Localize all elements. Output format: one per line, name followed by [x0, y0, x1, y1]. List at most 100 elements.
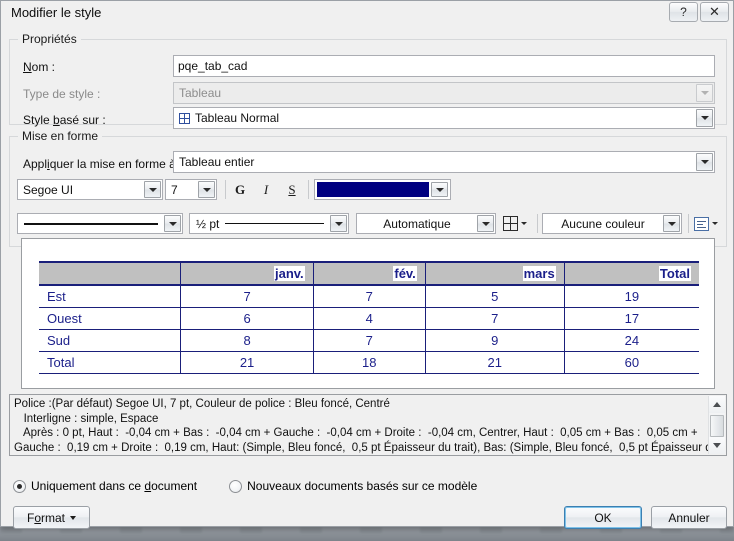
border-style-preview	[18, 222, 164, 225]
table-row: Ouest 6 4 7 17	[39, 307, 699, 330]
style-description-box: Police :(Par défaut) Segoe UI, 7 pt, Cou…	[9, 394, 727, 456]
ok-button[interactable]: OK	[564, 506, 642, 529]
table-cell: 4	[312, 307, 426, 330]
chevron-down-icon[interactable]	[696, 109, 713, 127]
radio-new-documents-template[interactable]: Nouveaux documents basés sur ce modèle	[229, 479, 477, 493]
border-width-value: ½ pt	[196, 216, 220, 231]
chevron-down-icon	[70, 515, 77, 520]
table-cell: 21	[424, 351, 565, 374]
chevron-down-icon[interactable]	[330, 215, 347, 232]
italic-button[interactable]: I	[255, 180, 277, 199]
chevron-down-icon[interactable]	[198, 181, 215, 198]
table-cell: 18	[312, 351, 426, 374]
font-family-value: Segoe UI	[23, 182, 74, 197]
style-type-value: Tableau	[179, 86, 222, 100]
table-cell: 60	[563, 351, 699, 374]
table-row-label: Ouest	[39, 307, 181, 330]
borders-button[interactable]	[503, 215, 527, 232]
scroll-down-icon[interactable]	[709, 437, 725, 454]
table-cell: 7	[312, 284, 426, 308]
modify-style-dialog: Modifier le style ? ✕ Propriétés Nom : p…	[0, 0, 734, 529]
border-style-combo[interactable]	[17, 213, 183, 234]
table-grid-icon	[179, 112, 190, 124]
chevron-down-icon[interactable]	[696, 153, 713, 171]
radio-indicator[interactable]	[13, 479, 26, 493]
desc-line-1: Police :(Par défaut) Segoe UI, 7 pt, Cou…	[14, 398, 390, 410]
border-width-combo[interactable]: ½ pt	[189, 213, 349, 234]
font-size-combo[interactable]: 7	[165, 179, 217, 200]
formatting-group-label: Mise en forme	[18, 129, 103, 143]
radio-indicator[interactable]	[229, 479, 243, 493]
desc-line-2: Interligne : simple, Espace	[14, 412, 159, 425]
scroll-up-icon[interactable]	[709, 396, 725, 413]
based-on-label-text2: asé sur :	[59, 113, 106, 127]
cancel-button[interactable]: Annuler	[651, 506, 727, 529]
toolbar-separator	[308, 180, 309, 199]
borders-grid-icon	[503, 216, 518, 231]
table-cell: 5	[424, 284, 565, 308]
chevron-down-icon[interactable]	[431, 182, 448, 197]
question-mark-icon: ?	[680, 5, 687, 19]
shading-value: Aucune couleur	[561, 216, 645, 231]
style-type-label: Type de style :	[23, 87, 101, 101]
chevron-down-icon[interactable]	[477, 215, 494, 232]
toolbar-separator	[225, 180, 226, 199]
table-row-label: Est	[39, 284, 181, 308]
table-cell: 7	[312, 329, 426, 352]
scrollbar-thumb[interactable]	[710, 415, 724, 437]
based-on-value-wrap: Tableau Normal	[174, 109, 696, 127]
border-color-value: Automatique	[383, 216, 451, 231]
shading-combo[interactable]: Aucune couleur	[542, 213, 682, 234]
table-cell: 8	[180, 329, 314, 352]
table-cell: 21	[180, 351, 314, 374]
underline-button[interactable]: S	[281, 180, 303, 199]
toolbar-separator	[537, 214, 538, 233]
name-label-text: om :	[31, 60, 56, 74]
close-icon: ✕	[709, 4, 720, 19]
font-family-combo[interactable]: Segoe UI	[17, 179, 163, 200]
table-row: Est 7 7 5 19	[39, 284, 699, 308]
font-color-combo[interactable]	[314, 179, 451, 200]
dialog-title: Modifier le style	[11, 5, 102, 20]
based-on-label: Style basé sur :	[23, 113, 106, 127]
apply-to-label: Appliquer la mise en forme à :	[23, 157, 183, 171]
border-width-preview: ½ pt	[190, 217, 330, 231]
table-cell: 7	[180, 284, 314, 308]
description-scrollbar[interactable]	[708, 396, 725, 454]
style-name-input[interactable]: pqe_tab_cad	[173, 55, 715, 77]
based-on-label-text: Style	[23, 113, 54, 127]
chevron-down-icon[interactable]	[663, 215, 680, 232]
font-color-swatch	[317, 182, 429, 197]
toolbar-separator	[688, 214, 689, 233]
desc-line-4: Gauche : 0,19 cm + Droite : 0,19 cm, Hau…	[14, 441, 719, 454]
table-cell: 7	[424, 307, 565, 330]
format-button[interactable]: Format	[13, 506, 90, 529]
apply-to-label-b: quer la mise en forme à :	[49, 157, 183, 171]
close-button[interactable]: ✕	[700, 2, 729, 22]
table-cell: 19	[563, 284, 699, 308]
table-header-cell: fév.	[312, 261, 426, 286]
radio-only-this-document[interactable]: Uniquement dans ce document	[13, 479, 197, 493]
format-button-label: Format	[26, 510, 66, 525]
chevron-down-icon[interactable]	[712, 222, 718, 225]
cell-alignment-button[interactable]	[694, 215, 718, 232]
apply-to-combo[interactable]: Tableau entier	[173, 151, 715, 173]
chevron-down-icon[interactable]	[164, 215, 181, 232]
chevron-down-icon[interactable]	[144, 181, 161, 198]
table-cell: 9	[424, 329, 565, 352]
radio-label-document: Uniquement dans ce document	[31, 479, 198, 493]
table-row-label: Sud	[39, 329, 181, 352]
border-color-combo[interactable]: Automatique	[356, 213, 496, 234]
bold-button[interactable]: G	[229, 180, 251, 199]
based-on-combo[interactable]: Tableau Normal	[173, 107, 715, 129]
help-button[interactable]: ?	[669, 2, 698, 22]
table-header-corner	[39, 261, 181, 286]
table-cell: 17	[563, 307, 699, 330]
thin-line-icon	[225, 223, 324, 224]
table-header-cell: Total	[563, 261, 699, 286]
based-on-value: Tableau Normal	[195, 111, 280, 125]
table-row: Sud 8 7 9 24	[39, 329, 699, 352]
chevron-down-icon[interactable]	[521, 222, 527, 225]
name-label: Nom :	[23, 60, 56, 74]
table-cell: 24	[563, 329, 699, 352]
